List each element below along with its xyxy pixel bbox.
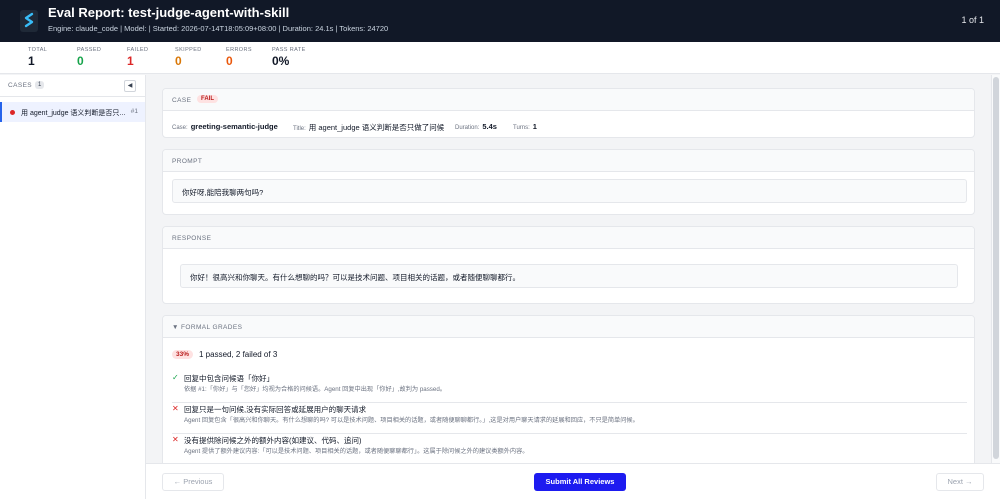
navigation-footer: ← Previous Submit All Reviews Next → (146, 463, 1000, 499)
case-id-value: greeting-semantic-judge (190, 122, 278, 131)
cases-sidebar: CASES 1 ◀ 用 agent_judge 语义判断是否只... #1 (0, 75, 146, 499)
response-label: RESPONSE (172, 235, 212, 242)
response-text: 你好！很高兴和你聊天。有什么想聊的吗？可以是技术问题、项目相关的话题，或者随便聊… (180, 264, 958, 288)
report-meta: Engine: claude_code | Model: | Started: … (48, 24, 389, 33)
report-title: Eval Report: test-judge-agent-with-skill (48, 5, 290, 20)
grade-evidence: Agent 提供了额外建议内容:「可以是技术问题、项目相关的话题，或者随便聊聊都… (184, 448, 529, 455)
scrollbar-thumb[interactable] (993, 77, 999, 459)
cases-sidebar-header: CASES 1 ◀ (0, 75, 145, 97)
stat-skipped-value: 0 (175, 54, 182, 68)
stat-passed: PASSED 0 (77, 47, 102, 68)
response-card: RESPONSE 你好！很高兴和你聊天。有什么想聊的吗？可以是技术问题、项目相关… (162, 226, 975, 304)
prompt-card: PROMPT 你好呀,能陪我聊两句吗? (162, 149, 975, 215)
main-content[interactable]: CASE FAIL Case: greeting-semantic-judge T… (146, 75, 991, 463)
case-title-value: 用 agent_judge 语义判断是否只做了问候 (308, 123, 445, 132)
grade-evidence: Agent 回复包含「很高兴和你聊天。有什么想聊的吗? 可以是技术问题、项目相关… (184, 417, 639, 424)
main-scrollbar[interactable] (991, 75, 1000, 463)
case-list-item[interactable]: 用 agent_judge 语义判断是否只... #1 (0, 102, 145, 122)
case-list-item-number: #1 (130, 108, 138, 115)
stat-errors-value: 0 (226, 54, 233, 68)
cases-label: CASES (8, 82, 33, 89)
prompt-text: 你好呀,能陪我聊两句吗? (172, 179, 967, 203)
case-list-item-name: 用 agent_judge 语义判断是否只... (21, 110, 126, 117)
cross-icon: ✕ (172, 435, 179, 444)
stat-total-value: 1 (28, 54, 35, 68)
case-turns-field: Turns: 1 (513, 122, 537, 131)
stat-failed: FAILED 1 (127, 47, 149, 68)
report-header: Eval Report: test-judge-agent-with-skill… (0, 0, 1000, 42)
cases-count-badge: 1 (35, 81, 45, 89)
grade-text: 回复只是一句问候,没有实际回答或延展用户的聊天请求 (184, 405, 367, 414)
formal-grades-toggle[interactable]: ▼ FORMAL GRADES (163, 316, 974, 338)
grade-item: ✕ 回复只是一句问候,没有实际回答或延展用户的聊天请求 Agent 回复包含「很… (172, 404, 967, 434)
grade-percent-badge: 33% (172, 350, 194, 359)
brand-logo-icon (20, 10, 38, 32)
check-icon: ✓ (172, 373, 179, 382)
stat-failed-value: 1 (127, 54, 134, 68)
stat-pass-rate-value: 0% (272, 54, 290, 68)
next-button[interactable]: Next → (936, 473, 984, 491)
fail-status-dot (10, 110, 15, 115)
case-duration-value: 5.4s (482, 122, 497, 131)
grade-item: ✕ 没有提供除问候之外的额外内容(如建议、代码、追问) Agent 提供了额外建… (172, 435, 967, 463)
case-card-header: CASE FAIL (163, 89, 974, 111)
case-turns-value: 1 (532, 122, 537, 131)
stat-total: TOTAL 1 (28, 47, 48, 68)
grade-evidence: 依据 #1:「你好」与「您好」均视为合格的问候语。Agent 回复中出现「你好」… (184, 386, 446, 393)
grade-item: ✓ 回复中包含问候语「你好」 依据 #1:「你好」与「您好」均视为合格的问候语。… (172, 373, 967, 403)
grade-summary: 1 passed, 2 failed of 3 (199, 350, 278, 359)
stat-skipped: SKIPPED 0 (175, 47, 202, 68)
submit-all-reviews-button[interactable]: Submit All Reviews (534, 473, 626, 491)
case-id-field: Case: greeting-semantic-judge (172, 122, 278, 131)
stat-pass-rate: PASS RATE 0% (272, 47, 306, 68)
prompt-label: PROMPT (172, 158, 203, 165)
grade-text: 回复中包含问候语「你好」 (184, 374, 274, 383)
grade-text: 没有提供除问候之外的额外内容(如建议、代码、追问) (184, 436, 362, 445)
stat-errors: ERRORS 0 (226, 47, 252, 68)
collapse-sidebar-button[interactable]: ◀ (124, 80, 136, 92)
stat-passed-value: 0 (77, 54, 84, 68)
case-title-field: Title: 用 agent_judge 语义判断是否只做了问候 (293, 123, 445, 132)
previous-button[interactable]: ← Previous (162, 473, 224, 491)
case-duration-field: Duration: 5.4s (455, 122, 497, 131)
cross-icon: ✕ (172, 404, 179, 413)
stats-bar: TOTAL 1 PASSED 0 FAILED 1 SKIPPED 0 ERRO… (0, 42, 1000, 74)
case-card: CASE FAIL Case: greeting-semantic-judge T… (162, 88, 975, 138)
formal-grades-card: ▼ FORMAL GRADES 33% 1 passed, 2 failed o… (162, 315, 975, 463)
fail-badge: FAIL (197, 95, 218, 103)
report-pager: 1 of 1 (961, 15, 984, 25)
